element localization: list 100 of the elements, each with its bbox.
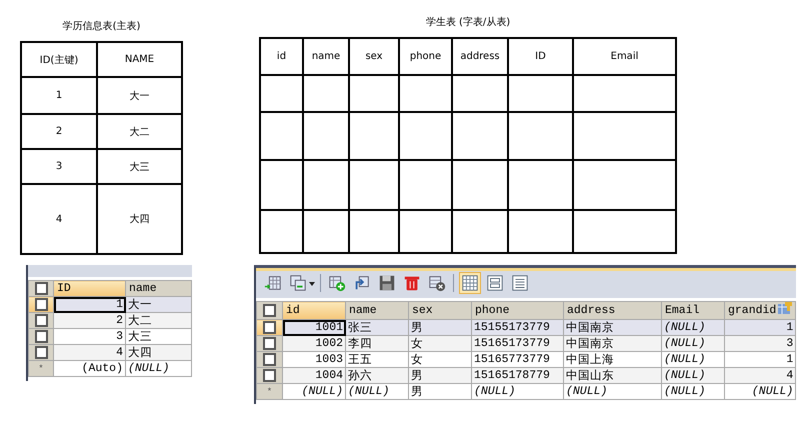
add-icon bbox=[328, 274, 346, 292]
column-header: ID bbox=[535, 51, 546, 62]
row-checkbox[interactable] bbox=[34, 298, 48, 311]
table-cell: (NULL) bbox=[662, 320, 724, 336]
table-cell: 中国山东 bbox=[564, 368, 662, 384]
select-all-checkbox[interactable] bbox=[34, 282, 48, 295]
save-icon bbox=[378, 274, 396, 292]
table-cell: (NULL) bbox=[662, 384, 724, 400]
caret-icon[interactable] bbox=[309, 282, 315, 286]
table-title: 学生表 (字表/从表) bbox=[424, 16, 512, 30]
table-cell: 男 bbox=[408, 384, 472, 400]
table-cell: 2 bbox=[56, 126, 62, 137]
empty-cell bbox=[453, 113, 509, 161]
empty-cell bbox=[350, 161, 400, 211]
table-cell: 1 bbox=[56, 90, 62, 101]
grid-view-icon bbox=[461, 274, 479, 292]
table-cell: 4 bbox=[724, 368, 796, 384]
table-cell: 1001 bbox=[282, 320, 346, 336]
table-cell: 15165178779 bbox=[472, 368, 564, 384]
table-cell: (NULL) bbox=[346, 384, 408, 400]
row-checkbox[interactable] bbox=[263, 352, 276, 366]
row-checkbox[interactable] bbox=[263, 368, 276, 382]
table-cell: 女 bbox=[408, 336, 472, 352]
row-checkbox[interactable] bbox=[34, 314, 48, 327]
empty-cell bbox=[400, 161, 453, 211]
table-cell: 李四 bbox=[346, 336, 408, 352]
trash-icon bbox=[403, 274, 421, 292]
column-header[interactable]: name bbox=[346, 302, 408, 320]
table-cell: 男 bbox=[408, 368, 472, 384]
table-cell-text: 大二 bbox=[130, 126, 150, 138]
table-cell: 1 bbox=[54, 296, 126, 312]
table-cell: 4 bbox=[54, 344, 126, 360]
column-header[interactable]: address bbox=[564, 302, 662, 320]
empty-cell bbox=[350, 211, 400, 254]
table-cell: 孙六 bbox=[346, 368, 408, 384]
column-header[interactable]: sex bbox=[408, 302, 472, 320]
empty-cell bbox=[453, 161, 509, 211]
new-row-marker: * bbox=[266, 387, 272, 397]
column-header: address bbox=[460, 51, 500, 62]
column-header[interactable]: grandid bbox=[724, 302, 796, 320]
toolbar-button[interactable] bbox=[459, 272, 481, 294]
copy-rows-icon bbox=[289, 274, 307, 292]
column-header[interactable]: phone bbox=[472, 302, 564, 320]
table-cell: (NULL) bbox=[282, 384, 346, 400]
table-cell-text: 大四 bbox=[130, 212, 150, 226]
empty-cell bbox=[304, 161, 350, 211]
column-header[interactable]: name bbox=[126, 280, 192, 296]
new-row-marker: * bbox=[38, 364, 44, 374]
table-cell: (NULL) bbox=[662, 336, 724, 352]
row-checkbox[interactable] bbox=[34, 330, 48, 343]
table-cell: 大二 bbox=[126, 312, 192, 328]
table-cell: 大四 bbox=[126, 344, 192, 360]
empty-cell bbox=[509, 211, 574, 254]
empty-cell bbox=[304, 211, 350, 254]
empty-cell bbox=[304, 113, 350, 161]
table-cell: (NULL) bbox=[662, 368, 724, 384]
column-header: NAME bbox=[124, 54, 154, 65]
cancel-icon bbox=[428, 274, 446, 292]
empty-cell bbox=[400, 211, 453, 254]
column-header: phone bbox=[410, 51, 442, 62]
table-cell: 1004 bbox=[282, 368, 346, 384]
table-cell: 中国南京 bbox=[564, 320, 662, 336]
table-cell-text: 大三 bbox=[130, 160, 150, 174]
table-cell: (NULL) bbox=[472, 384, 564, 400]
table-cell: 1002 bbox=[282, 336, 346, 352]
undo-icon bbox=[353, 274, 371, 292]
table-cell: (Auto) bbox=[54, 360, 126, 376]
column-header[interactable]: ID bbox=[54, 280, 126, 296]
empty-cell bbox=[509, 161, 574, 211]
column-label: grandid bbox=[728, 304, 776, 317]
table-cell: 中国南京 bbox=[564, 336, 662, 352]
column-header[interactable]: id bbox=[282, 302, 346, 320]
add-row-icon bbox=[264, 274, 282, 292]
table-cell: 大一 bbox=[126, 296, 192, 312]
table-cell: 1 bbox=[724, 320, 796, 336]
empty-cell bbox=[400, 113, 453, 161]
column-header: id bbox=[276, 51, 286, 62]
select-all-checkbox[interactable] bbox=[263, 304, 276, 317]
table-cell: (NULL) bbox=[126, 360, 192, 376]
column-header: sex bbox=[365, 51, 383, 62]
column-header: name bbox=[312, 51, 340, 62]
column-header: Email bbox=[610, 51, 638, 62]
row-checkbox[interactable] bbox=[263, 336, 276, 350]
column-header[interactable]: Email bbox=[662, 302, 724, 320]
form-view-icon bbox=[486, 274, 504, 292]
table-cell: 4 bbox=[56, 214, 62, 224]
empty-cell bbox=[509, 113, 574, 161]
text-view-icon bbox=[511, 274, 529, 292]
column-header: ID(主键) bbox=[40, 54, 78, 66]
table-cell: 3 bbox=[724, 336, 796, 352]
table-cell: 张三 bbox=[346, 320, 408, 336]
table-title: 学历信息表(主表) bbox=[62, 20, 142, 34]
empty-cell bbox=[350, 113, 400, 161]
table-cell: 3 bbox=[56, 161, 62, 172]
row-checkbox[interactable] bbox=[263, 320, 276, 334]
table-cell: 15165173779 bbox=[472, 336, 564, 352]
row-checkbox[interactable] bbox=[34, 346, 48, 359]
table-cell: (NULL) bbox=[564, 384, 662, 400]
table-cell: 15155173779 bbox=[472, 320, 564, 336]
empty-cell bbox=[453, 211, 509, 254]
